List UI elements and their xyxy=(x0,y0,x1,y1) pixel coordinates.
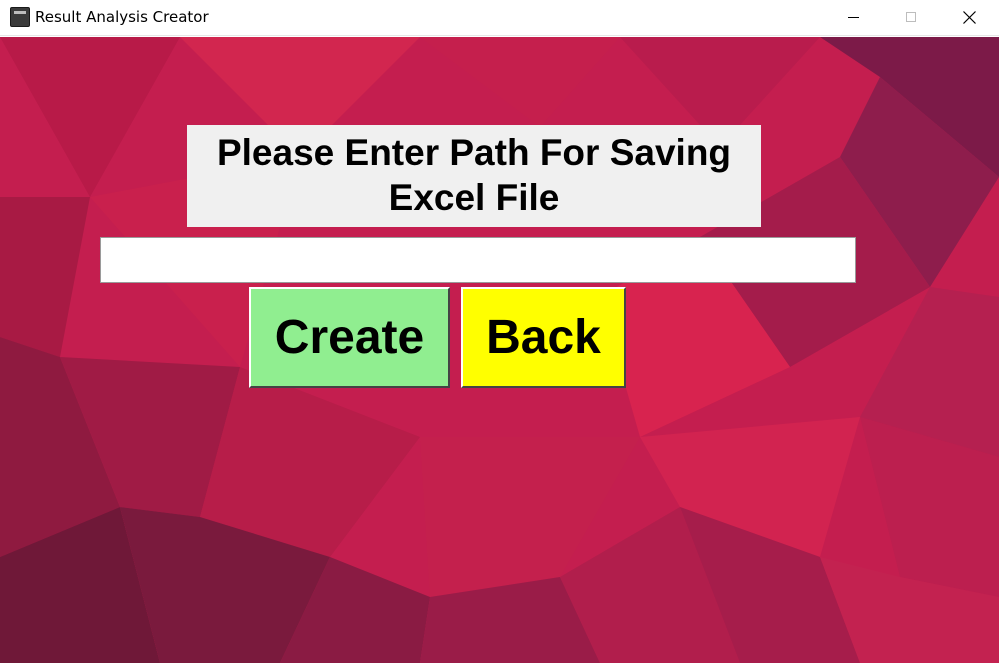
prompt-label: Please Enter Path For Saving Excel File xyxy=(187,125,761,227)
create-button-label: Create xyxy=(274,311,425,364)
back-button[interactable]: Back xyxy=(461,287,626,388)
create-button[interactable]: Create xyxy=(249,287,450,388)
title-bar: Result Analysis Creator xyxy=(0,0,999,36)
window-title: Result Analysis Creator xyxy=(35,8,209,26)
maximize-icon[interactable] xyxy=(888,0,934,36)
minimize-icon[interactable] xyxy=(830,0,876,36)
app-icon xyxy=(10,7,30,27)
prompt-label-line-1: Please Enter Path For Saving xyxy=(216,132,732,173)
app-window-content: Please Enter Path For Saving Excel File … xyxy=(0,37,999,663)
back-button-label: Back xyxy=(486,311,601,364)
prompt-label-line-2: Excel File xyxy=(388,177,560,218)
close-icon[interactable] xyxy=(946,0,992,36)
path-input[interactable] xyxy=(100,237,856,283)
